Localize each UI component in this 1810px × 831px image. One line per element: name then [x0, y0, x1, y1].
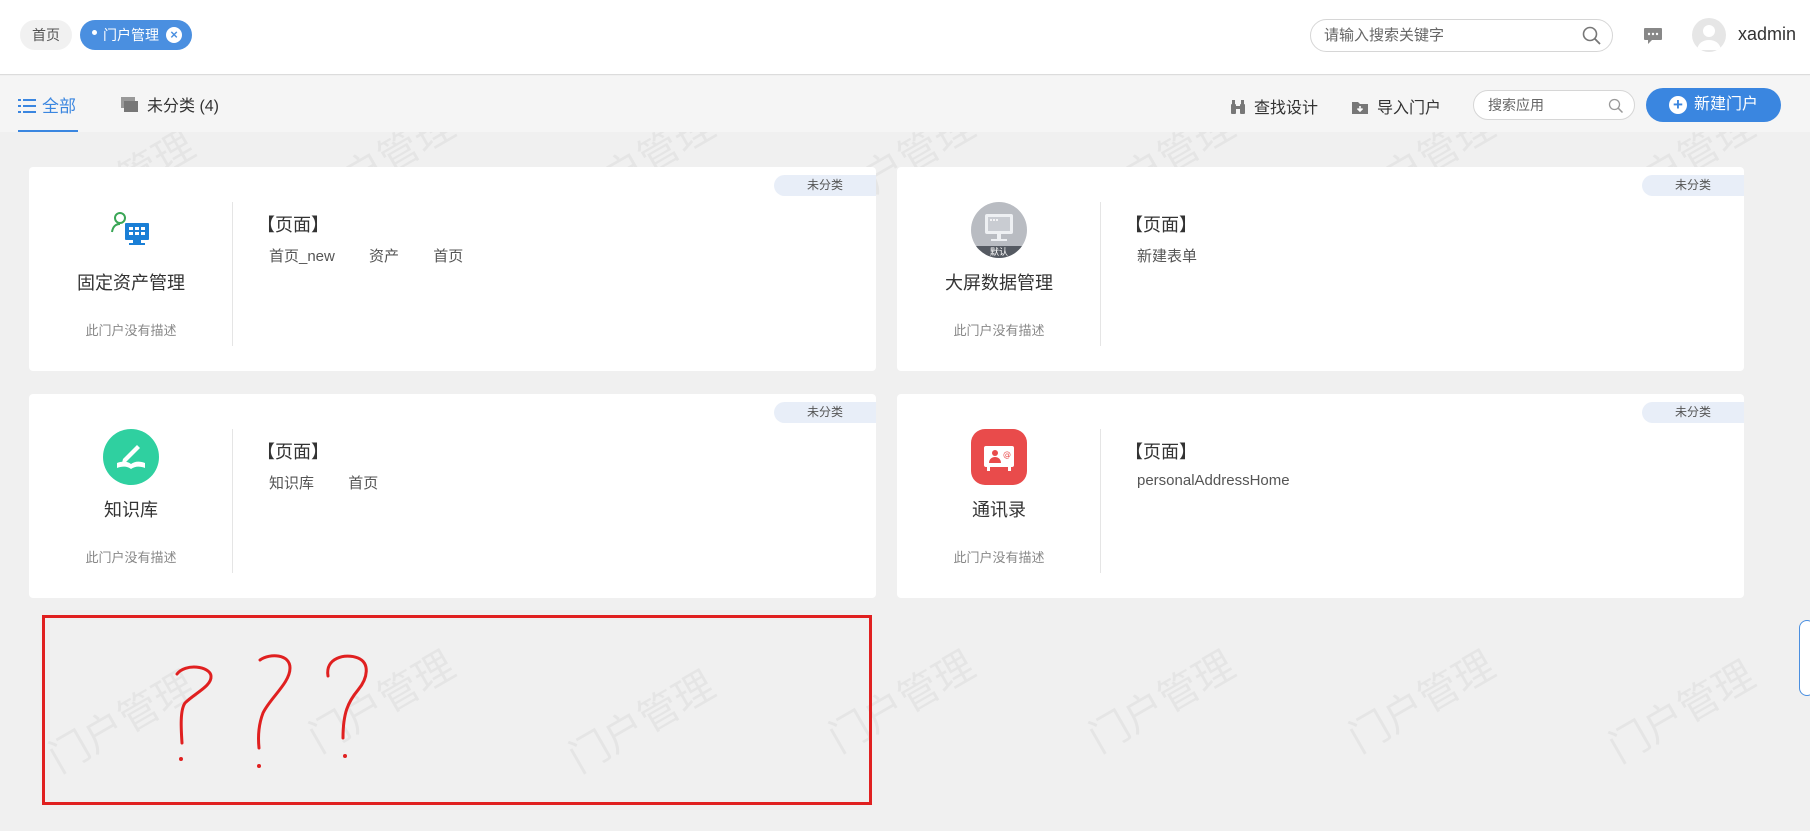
import-icon — [1352, 102, 1368, 114]
active-dot-icon — [92, 29, 97, 35]
portal-card-info: 固定资产管理 此门户没有描述 — [29, 167, 233, 371]
portal-card[interactable]: 未分类 固定资产管理 此门户没有描述 【页面】 首页_new 资产 首页 — [29, 167, 876, 371]
pages-heading: 【页面】 — [1125, 442, 1197, 462]
tab-uncategorized-label: 未分类 (4) — [147, 98, 220, 115]
plus-icon: + — [1669, 96, 1687, 114]
pages-heading: 【页面】 — [257, 442, 329, 462]
portal-toolbar: 全部 未分类 (4) 查找设计 导入门户 + 新建门户 — [0, 76, 1810, 132]
search-icon[interactable] — [1608, 98, 1624, 114]
user-avatar-icon — [1697, 25, 1721, 50]
default-badge: 默认 — [971, 246, 1027, 258]
page-link[interactable]: 首页 — [348, 475, 378, 492]
portal-description: 此门户没有描述 — [85, 323, 177, 338]
tab-portal-management[interactable]: 门户管理 × — [80, 20, 192, 50]
annotation-box — [42, 615, 872, 805]
side-handle[interactable] — [1799, 620, 1810, 696]
page-link[interactable]: 资产 — [369, 248, 399, 265]
tab-all-label: 全部 — [42, 97, 76, 116]
folder-stack-icon — [121, 97, 138, 112]
list-icon — [18, 99, 36, 113]
page-link[interactable]: personalAddressHome — [1137, 472, 1290, 489]
search-input[interactable] — [1324, 20, 1574, 51]
page-link[interactable]: 首页_new — [269, 248, 335, 265]
divider — [232, 429, 233, 573]
portal-card[interactable]: 未分类 @ 通讯录 此门户没有描述 【页面】 personalAddressHo… — [897, 394, 1744, 598]
pages-heading: 【页面】 — [1125, 215, 1197, 235]
category-badge: 未分类 — [774, 402, 876, 423]
asset-management-icon — [111, 212, 149, 245]
search-icon[interactable] — [1582, 26, 1602, 46]
tab-home[interactable]: 首页 — [20, 20, 72, 50]
page-list: 新建表单 — [1137, 245, 1227, 266]
find-design-label: 查找设计 — [1254, 100, 1319, 117]
divider — [1100, 202, 1101, 346]
global-search — [1310, 19, 1613, 52]
knowledge-book-icon — [103, 429, 159, 485]
portal-card[interactable]: 未分类 知识库 此门户没有描述 【页面】 知识库 首页 — [29, 394, 876, 598]
portal-card-info: 默认 大屏数据管理 此门户没有描述 — [897, 167, 1101, 371]
tab-portal-management-label: 门户管理 — [103, 27, 159, 43]
portal-name: 通讯录 — [972, 500, 1026, 520]
portal-description: 此门户没有描述 — [85, 550, 177, 565]
new-portal-button[interactable]: + 新建门户 — [1646, 88, 1781, 122]
app-search-input[interactable] — [1488, 91, 1608, 119]
tab-all[interactable]: 全部 — [18, 92, 78, 132]
message-icon[interactable] — [1643, 27, 1663, 45]
pages-heading: 【页面】 — [257, 215, 329, 235]
avatar[interactable] — [1692, 18, 1726, 52]
watermark-text: 门户管理 — [1596, 644, 1764, 774]
portal-name: 知识库 — [104, 500, 158, 520]
watermark-text: 门户管理 — [1336, 634, 1504, 764]
close-icon[interactable]: × — [166, 27, 182, 43]
page-list: 首页_new 资产 首页 — [269, 245, 493, 266]
watermark-text: 门户管理 — [1076, 634, 1244, 764]
portal-name: 固定资产管理 — [77, 273, 185, 293]
import-portal-label: 导入门户 — [1377, 100, 1442, 117]
portal-description: 此门户没有描述 — [953, 323, 1045, 338]
binoculars-icon — [1231, 100, 1245, 114]
page-link[interactable]: 知识库 — [269, 475, 314, 492]
question-marks-scribble — [175, 654, 368, 768]
new-portal-label: 新建门户 — [1694, 96, 1759, 113]
divider — [232, 202, 233, 346]
portal-name: 大屏数据管理 — [945, 273, 1053, 293]
username[interactable]: xadmin — [1738, 24, 1796, 45]
monitor-icon: 默认 — [971, 202, 1027, 258]
portal-description: 此门户没有描述 — [953, 550, 1045, 565]
category-badge: 未分类 — [774, 175, 876, 196]
portal-card-info: @ 通讯录 此门户没有描述 — [897, 394, 1101, 598]
app-search — [1473, 90, 1635, 120]
page-link[interactable]: 新建表单 — [1137, 248, 1197, 265]
tab-uncategorized[interactable]: 未分类 (4) — [121, 92, 219, 116]
divider — [1100, 429, 1101, 573]
page-link[interactable]: 首页 — [433, 248, 463, 265]
top-bar: 首页 门户管理 × xadmin — [0, 0, 1810, 75]
page-list: personalAddressHome — [1137, 472, 1320, 489]
import-portal-button[interactable]: 导入门户 — [1351, 94, 1441, 118]
svg-text:@: @ — [1003, 450, 1011, 459]
portal-card[interactable]: 未分类 默认 大屏数据管理 此门户没有描述 【页面】 新建表单 — [897, 167, 1744, 371]
address-book-icon: @ — [971, 429, 1027, 485]
page-list: 知识库 首页 — [269, 472, 408, 493]
category-badge: 未分类 — [1642, 402, 1744, 423]
find-design-button[interactable]: 查找设计 — [1230, 94, 1318, 118]
category-badge: 未分类 — [1642, 175, 1744, 196]
portal-card-info: 知识库 此门户没有描述 — [29, 394, 233, 598]
